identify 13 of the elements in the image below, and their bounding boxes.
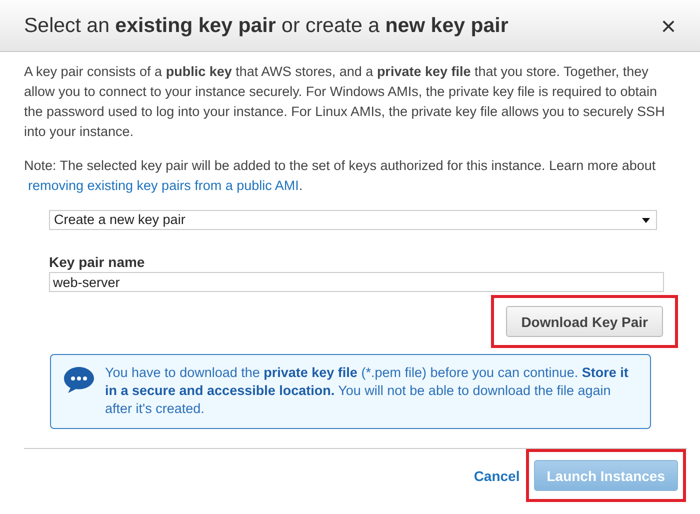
dialog-title: Select an existing key pair or create a new key pair (24, 14, 508, 38)
cancel-link[interactable]: Cancel (474, 468, 520, 484)
intro-paragraph: A key pair consists of a public key that AWS stores, and a private key file that you store. Together, they allow you to connect to your instance securely. For Windows AMIs, the private key file is required to obtain the password used to log into your instance. For Linux AMIs, the private key file allows you to securely SSH into your instance. (24, 63, 666, 141)
close-button[interactable]: × (660, 12, 676, 38)
caret-icon (642, 218, 650, 222)
note-paragraph: Note: The selected key pair will be added to the set of keys authorized for this instance. Learn more about removing existing key pairs from a public AMI. (24, 157, 657, 195)
learn-more-link[interactable]: removing existing key pairs from a public AMI (28, 178, 299, 193)
key-pair-name-field[interactable]: web-server (49, 272, 664, 292)
key-pair-name-label: Key pair name (49, 253, 146, 272)
chat-bubble-icon (63, 366, 95, 394)
download-key-pair-button[interactable]: Download Key Pair (506, 306, 663, 337)
info-message: You have to download the private key file (*.pem file) before you can continue. Store it in a secure and accessible location. You will not be able to download the file again after it's created. (105, 364, 630, 418)
key-pair-dropdown[interactable]: Create a new key pair (49, 210, 657, 230)
